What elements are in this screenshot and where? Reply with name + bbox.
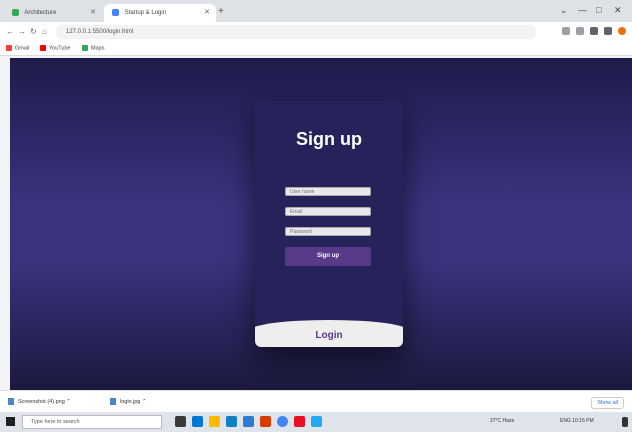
- close-tab-icon[interactable]: ✕: [90, 8, 96, 16]
- reload-icon[interactable]: ↻: [30, 27, 37, 36]
- signup-button[interactable]: Sign up: [285, 247, 371, 266]
- back-arrow-icon[interactable]: ←: [6, 27, 14, 36]
- browser-toolbar: ← → ↻ ⌂ 127.0.0.1:5500/login.html: [0, 22, 632, 42]
- bookmark-label: Gmail: [15, 45, 30, 52]
- mail-icon[interactable]: [243, 416, 254, 427]
- bookmark-label: YouTube: [49, 45, 71, 52]
- signup-card: Sign up Sign up Login: [255, 101, 403, 347]
- tab-label: Startup & Login: [124, 10, 167, 17]
- vscode-icon[interactable]: [311, 416, 322, 427]
- download-filename: login.jpg: [120, 398, 141, 405]
- search-placeholder: Type here to search: [31, 419, 80, 425]
- system-clock[interactable]: ENG 10:15 PM: [560, 418, 594, 424]
- minimize-button[interactable]: —: [578, 5, 587, 15]
- file-icon: [110, 398, 116, 405]
- maps-icon: [82, 45, 88, 51]
- download-filename: Screenshot (4).png: [18, 398, 65, 405]
- extensions-icon[interactable]: [590, 27, 598, 35]
- tab-search-icon[interactable]: ⌄: [560, 5, 568, 16]
- address-text: 127.0.0.1:5500/login.html: [66, 29, 134, 35]
- forward-arrow-icon[interactable]: →: [18, 27, 26, 36]
- sidebar-icon[interactable]: [604, 27, 612, 35]
- bookmarks-bar: Gmail YouTube Maps: [0, 42, 632, 56]
- weather-widget[interactable]: 27°C Haze: [490, 418, 514, 424]
- bookmark-youtube[interactable]: YouTube: [40, 45, 71, 51]
- file-icon: [8, 398, 14, 405]
- gmail-icon: [6, 45, 12, 51]
- chrome-icon[interactable]: [277, 416, 288, 427]
- username-input[interactable]: [285, 187, 371, 196]
- browser-window: Architecture ✕ Startup & Login ✕ + ⌄ — □…: [0, 0, 632, 390]
- download-item-login[interactable]: login.jpg ⌃: [110, 398, 147, 405]
- address-bar[interactable]: 127.0.0.1:5500/login.html: [56, 25, 536, 39]
- task-view-icon[interactable]: [175, 416, 186, 427]
- app-icon[interactable]: [294, 416, 305, 427]
- close-tab-icon[interactable]: ✕: [204, 8, 210, 16]
- show-all-button[interactable]: Show all: [591, 397, 624, 409]
- login-label[interactable]: Login: [255, 330, 403, 341]
- maximize-button[interactable]: □: [596, 5, 601, 15]
- notification-icon[interactable]: [622, 417, 628, 427]
- bookmark-label: Maps: [91, 45, 105, 52]
- tab-architecture[interactable]: Architecture ✕: [4, 4, 102, 22]
- edge-icon[interactable]: [192, 416, 203, 427]
- downloads-bar: Screenshot (4).png ⌃ login.jpg ⌃ Show al…: [0, 390, 632, 412]
- share-icon[interactable]: [562, 27, 570, 35]
- profile-avatar[interactable]: [618, 27, 626, 35]
- close-window-button[interactable]: ✕: [614, 5, 622, 16]
- youtube-icon: [40, 45, 46, 51]
- windows-taskbar: Type here to search 27°C Haze ENG 10:15 …: [0, 412, 632, 432]
- bookmark-gmail[interactable]: Gmail: [6, 45, 29, 51]
- page-viewport: Sign up Sign up Login: [10, 58, 632, 390]
- tab-startup-login[interactable]: Startup & Login ✕: [104, 4, 216, 22]
- tab-favicon-icon: [112, 9, 119, 16]
- file-explorer-icon[interactable]: [209, 416, 220, 427]
- home-icon[interactable]: ⌂: [42, 27, 47, 36]
- bookmark-star-icon[interactable]: [576, 27, 584, 35]
- office-icon[interactable]: [260, 416, 271, 427]
- email-input[interactable]: [285, 207, 371, 216]
- store-icon[interactable]: [226, 416, 237, 427]
- bookmark-maps[interactable]: Maps: [82, 45, 104, 51]
- download-item-screenshot[interactable]: Screenshot (4).png ⌃: [8, 398, 71, 405]
- taskbar-search-input[interactable]: Type here to search: [22, 415, 162, 429]
- signup-title: Sign up: [296, 129, 362, 149]
- tab-strip: Architecture ✕ Startup & Login ✕ + ⌄ — □…: [0, 0, 632, 22]
- tab-favicon-icon: [12, 9, 19, 16]
- tab-label: Architecture: [24, 10, 57, 17]
- windows-start-icon[interactable]: [6, 417, 15, 426]
- password-input[interactable]: [285, 227, 371, 236]
- new-tab-button[interactable]: +: [218, 6, 224, 17]
